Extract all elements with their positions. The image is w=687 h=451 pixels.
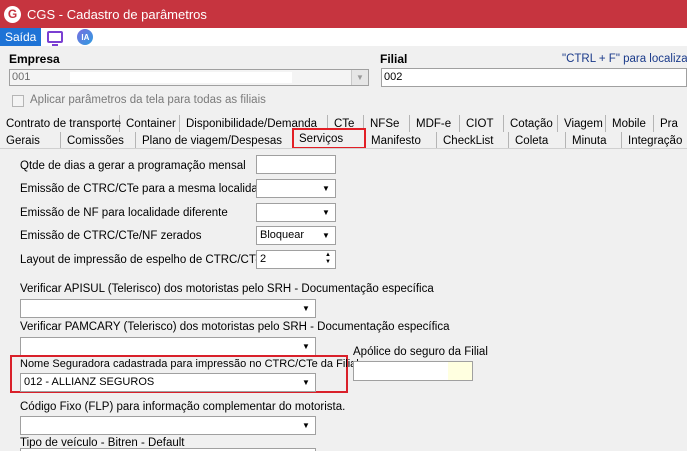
tab-viagem[interactable]: Viagem [558,115,606,132]
chevron-down-icon[interactable]: ▼ [299,375,313,390]
apisul-label: Verificar APISUL (Telerisco) dos motoris… [20,283,434,295]
chevron-down-icon[interactable]: ▼ [299,418,313,433]
search-hint: "CTRL + F" para localizar [562,53,687,65]
tab-plano-viagem[interactable]: Plano de viagem/Despesas [136,132,293,149]
empresa-name-mask [70,72,292,83]
toolbar: Saída IA [0,28,687,46]
pamcary-select[interactable]: ▼ [20,337,316,356]
pamcary-label: Verificar PAMCARY (Telerisco) dos motori… [20,321,450,333]
spinner-arrows-icon[interactable]: ▲ ▼ [322,252,334,267]
qtde-dias-label: Qtde de dias a gerar a programação mensa… [20,160,246,172]
apply-all-label: Aplicar parâmetros da tela para todas as… [30,94,266,106]
servicos-panel: Qtde de dias a gerar a programação mensa… [0,148,687,451]
tab-checklist[interactable]: CheckList [437,132,509,149]
tab-mobile[interactable]: Mobile [606,115,654,132]
layout-espelho-value: 2 [260,253,267,265]
chevron-down-icon[interactable]: ▼ [299,301,313,316]
emissao-nf-select[interactable]: ▼ [256,203,336,222]
layout-espelho-spinner[interactable]: 2 ▲ ▼ [256,250,336,269]
tab-cotacao[interactable]: Cotação [504,115,558,132]
tab-coleta[interactable]: Coleta [509,132,566,149]
tab-pra[interactable]: Pra [654,115,687,132]
tab-mdfe[interactable]: MDF-e [410,115,460,132]
codigo-fixo-label: Código Fixo (FLP) para informação comple… [20,401,346,413]
apolice-input[interactable] [353,361,473,381]
exit-button[interactable]: Saída [0,28,42,46]
emissao-ctrc-label: Emissão de CTRC/CTe para a mesma localid… [20,183,271,195]
filial-label: Filial [380,52,408,66]
chevron-down-icon[interactable]: ▼ [319,205,333,220]
chevron-down-icon[interactable]: ▼ [299,339,313,354]
emissao-nf-label: Emissão de NF para localidade diferente [20,207,228,219]
seguradora-select[interactable]: 012 - ALLIANZ SEGUROS ▼ [20,373,316,392]
tab-servicos[interactable]: Serviços [292,128,366,149]
tab-container[interactable]: Container [120,115,180,132]
apisul-select[interactable]: ▼ [20,299,316,318]
apolice-label: Apólice do seguro da Filial [353,346,488,358]
tab-minuta[interactable]: Minuta [566,132,622,149]
emissao-zerados-value: Bloquear [260,229,305,241]
monitor-icon[interactable] [47,31,64,46]
empresa-dropdown-icon[interactable]: ▼ [351,70,368,85]
seguradora-label: Nome Seguradora cadastrada para impressã… [20,358,359,370]
tabs-row-2: Gerais Comissões Plano de viagem/Despesa… [0,128,687,149]
emissao-zerados-label: Emissão de CTRC/CTe/NF zerados [20,230,202,242]
chevron-down-icon[interactable]: ▼ [319,228,333,243]
qtde-dias-input[interactable] [256,155,336,174]
codigo-fixo-select[interactable]: ▼ [20,416,316,435]
seguradora-value: 012 - ALLIANZ SEGUROS [24,376,155,388]
filial-value: 002 [384,71,403,83]
apply-all-checkbox[interactable] [12,95,24,107]
empresa-value: 001 [12,71,31,83]
tab-manifesto[interactable]: Manifesto [365,132,437,149]
window-title: CGS - Cadastro de parâmetros [27,6,207,22]
apolice-input-marker [448,362,472,380]
tab-gerais[interactable]: Gerais [0,132,61,149]
tab-integracao[interactable]: Integração [622,132,687,149]
app-logo-icon: G [4,5,21,23]
title-bar: G CGS - Cadastro de parâmetros [0,0,687,28]
empresa-select[interactable]: 001 ▼ [9,69,369,86]
emissao-ctrc-select[interactable]: ▼ [256,179,336,198]
tab-nfse[interactable]: NFSe [364,115,410,132]
chevron-down-icon[interactable]: ▼ [319,181,333,196]
tab-contrato-transporte[interactable]: Contrato de transporte [0,115,121,132]
layout-espelho-label: Layout de impressão de espelho de CTRC/C… [20,254,266,266]
tab-comissoes[interactable]: Comissões [61,132,136,149]
emissao-zerados-select[interactable]: Bloquear ▼ [256,226,336,245]
tab-ciot[interactable]: CIOT [460,115,504,132]
ia-assistant-icon[interactable]: IA [77,29,94,45]
filial-input[interactable]: 002 [381,68,687,87]
empresa-label: Empresa [9,52,60,66]
